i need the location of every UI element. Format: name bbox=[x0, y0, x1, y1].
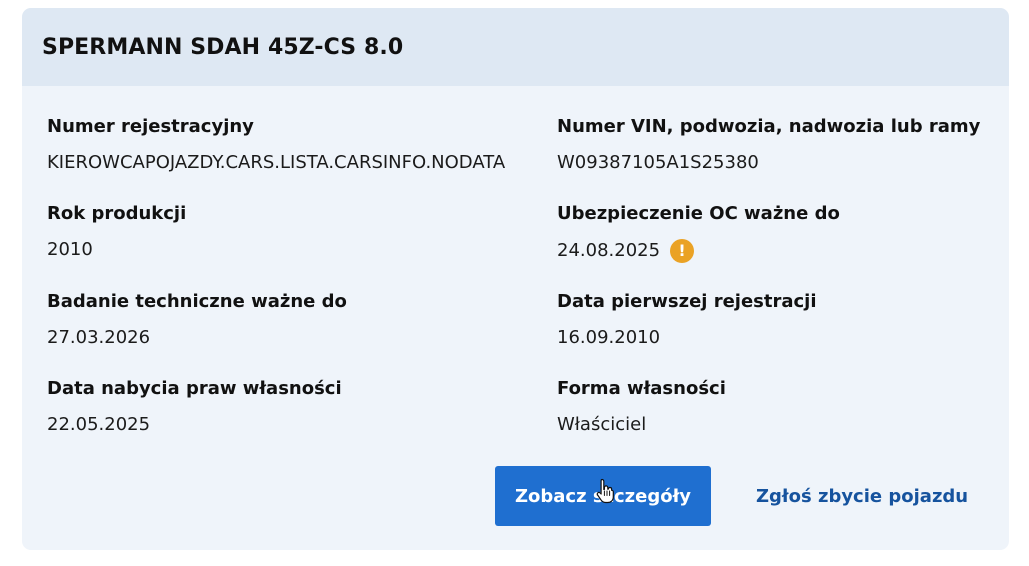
vehicle-card: SPERMANN SDAH 45Z-CS 8.0 Numer rejestrac… bbox=[22, 8, 1009, 550]
field-value: KIEROWCAPOJAZDY.CARS.LISTA.CARSINFO.NODA… bbox=[47, 152, 506, 173]
field-value: 27.03.2026 bbox=[47, 327, 151, 348]
report-sale-link[interactable]: Zgłoś zbycie pojazdu bbox=[756, 466, 968, 526]
field-value: Właściciel bbox=[557, 414, 647, 435]
field-registration: Numer rejestracyjny KIEROWCAPOJAZDY.CARS… bbox=[47, 116, 505, 174]
field-value: 2010 bbox=[47, 239, 93, 260]
field-first-registration: Data pierwszej rejestracji 16.09.2010 bbox=[557, 291, 817, 349]
field-label: Numer VIN, podwozia, nadwozia lub ramy bbox=[557, 116, 981, 137]
view-details-button[interactable]: Zobacz szczegóły bbox=[495, 466, 711, 526]
field-label: Data pierwszej rejestracji bbox=[557, 291, 817, 312]
field-oc-insurance: Ubezpieczenie OC ważne do 24.08.2025 ! bbox=[557, 203, 840, 263]
field-value: 16.09.2010 bbox=[557, 327, 661, 348]
field-technical-inspection: Badanie techniczne ważne do 27.03.2026 bbox=[47, 291, 347, 349]
field-label: Data nabycia praw własności bbox=[47, 378, 342, 399]
field-production-year: Rok produkcji 2010 bbox=[47, 203, 186, 261]
field-value: 22.05.2025 bbox=[47, 414, 151, 435]
field-label: Rok produkcji bbox=[47, 203, 187, 224]
field-value: 24.08.2025 bbox=[557, 240, 661, 261]
vehicle-title: SPERMANN SDAH 45Z-CS 8.0 bbox=[42, 34, 404, 60]
field-ownership-form: Forma własności Właściciel bbox=[557, 378, 726, 436]
field-label: Forma własności bbox=[557, 378, 726, 399]
field-label: Numer rejestracyjny bbox=[47, 116, 254, 137]
field-vin: Numer VIN, podwozia, nadwozia lub ramy W… bbox=[557, 116, 980, 174]
field-label: Ubezpieczenie OC ważne do bbox=[557, 203, 840, 224]
field-ownership-acquired: Data nabycia praw własności 22.05.2025 bbox=[47, 378, 342, 436]
field-label: Badanie techniczne ważne do bbox=[47, 291, 347, 312]
field-value: W09387105A1S25380 bbox=[557, 152, 759, 173]
field-value-row: 24.08.2025 ! bbox=[557, 239, 840, 263]
vehicle-card-header: SPERMANN SDAH 45Z-CS 8.0 bbox=[22, 8, 1009, 86]
exclamation-circle-icon[interactable]: ! bbox=[670, 239, 695, 263]
